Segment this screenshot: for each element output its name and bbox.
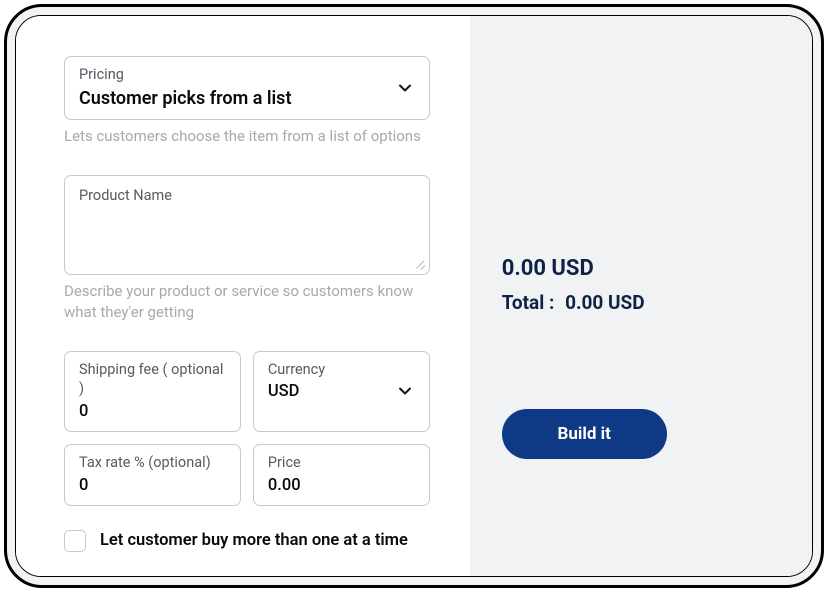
product-hint: Describe your product or service so cust… bbox=[64, 281, 430, 323]
device-frame: Pricing Customer picks from a list Lets … bbox=[4, 4, 824, 588]
tax-value: 0 bbox=[79, 474, 226, 497]
multiple-quantity-row: Let customer buy more than one at a time bbox=[64, 530, 430, 552]
price-value: 0.00 bbox=[268, 474, 415, 497]
shipping-value: 0 bbox=[79, 400, 226, 423]
build-button-label: Build it bbox=[558, 424, 611, 444]
summary-total-row: Total : 0.00 USD bbox=[502, 291, 772, 314]
summary-amount: 0.00 USD bbox=[502, 256, 772, 281]
resize-handle-icon[interactable] bbox=[413, 258, 425, 270]
tax-rate-input[interactable]: Tax rate % (optional) 0 bbox=[64, 444, 241, 506]
product-name-input[interactable]: Product Name bbox=[64, 175, 430, 275]
pricing-select[interactable]: Pricing Customer picks from a list bbox=[64, 56, 430, 120]
currency-select[interactable]: Currency USD bbox=[253, 351, 430, 432]
multiple-quantity-label: Let customer buy more than one at a time bbox=[100, 531, 408, 550]
pricing-value: Customer picks from a list bbox=[79, 86, 415, 111]
shipping-label: Shipping fee ( optional ) bbox=[79, 360, 226, 399]
price-input[interactable]: Price 0.00 bbox=[253, 444, 430, 506]
price-summary: 0.00 USD Total : 0.00 USD bbox=[502, 256, 772, 314]
chevron-down-icon bbox=[395, 78, 415, 98]
build-button[interactable]: Build it bbox=[502, 409, 667, 459]
shipping-fee-input[interactable]: Shipping fee ( optional ) 0 bbox=[64, 351, 241, 432]
price-label: Price bbox=[268, 453, 415, 473]
currency-label: Currency bbox=[268, 360, 415, 380]
multiple-quantity-checkbox[interactable] bbox=[64, 530, 86, 552]
summary-total-value: 0.00 USD bbox=[565, 291, 645, 314]
product-name-placeholder: Product Name bbox=[79, 186, 172, 206]
form-pane: Pricing Customer picks from a list Lets … bbox=[16, 16, 470, 576]
chevron-down-icon bbox=[395, 381, 415, 401]
summary-total-label: Total : bbox=[502, 291, 555, 314]
pricing-label: Pricing bbox=[79, 65, 415, 85]
pricing-hint: Lets customers choose the item from a li… bbox=[64, 126, 430, 147]
tax-label: Tax rate % (optional) bbox=[79, 453, 226, 473]
summary-pane: 0.00 USD Total : 0.00 USD Build it bbox=[470, 16, 812, 576]
inner-frame: Pricing Customer picks from a list Lets … bbox=[15, 15, 813, 577]
currency-value: USD bbox=[268, 380, 415, 403]
